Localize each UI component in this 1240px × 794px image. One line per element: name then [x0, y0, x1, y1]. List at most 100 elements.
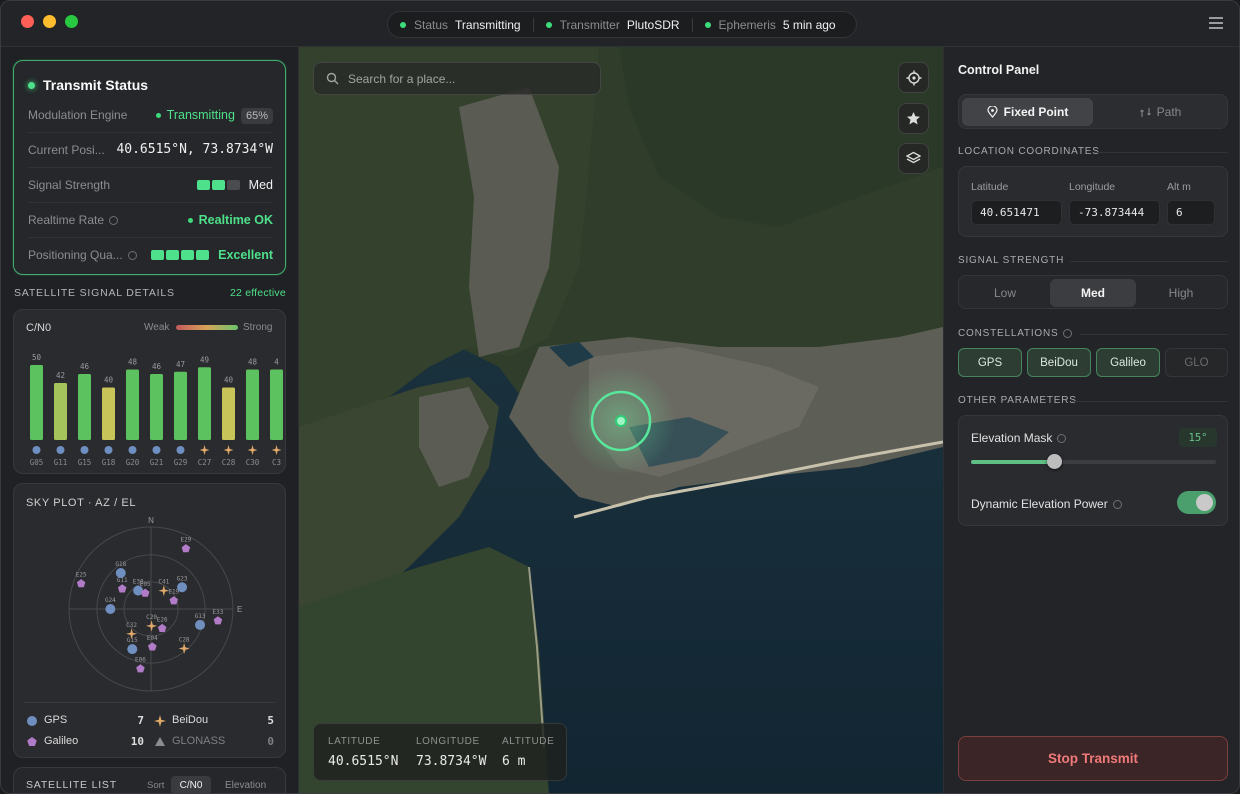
info-icon[interactable] — [109, 215, 119, 225]
map-imagery — [299, 47, 943, 793]
path-tab[interactable]: Path — [1095, 98, 1226, 126]
cn0-value-label: 40 — [104, 376, 114, 385]
quality-row: Positioning Qua... Excellent — [28, 237, 273, 271]
legend-item-galileo: Galileo 10 — [26, 735, 144, 749]
cn0-satellite-label: G05 — [30, 458, 44, 467]
info-icon[interactable] — [127, 250, 137, 260]
altitude-label: Alt m — [1167, 181, 1191, 193]
gps-marker-icon — [27, 716, 37, 726]
sky-satellite-label: G24 — [105, 597, 116, 604]
gps-chip[interactable]: GPS — [958, 348, 1022, 377]
layers-button[interactable] — [898, 143, 929, 174]
sort-elevation-button[interactable]: Elevation — [225, 780, 266, 791]
latitude-input[interactable]: 40.651471 — [971, 200, 1062, 225]
signal-value-group: Med — [196, 178, 273, 192]
glonass-marker-shape — [155, 737, 165, 746]
sky-satellite-label: E05 — [140, 581, 151, 588]
glonass-chip[interactable]: GLO — [1165, 348, 1228, 377]
cn0-satellite-label: C3 — [272, 458, 281, 467]
altitude-input[interactable]: 6 — [1167, 200, 1215, 225]
cn0-card: C/N0 Weak Strong 50 G05 42 G11 46 G15 40 G18 48 G… — [13, 309, 286, 474]
info-icon[interactable] — [1063, 328, 1073, 338]
longitude-input[interactable]: -73.873444 — [1069, 200, 1160, 225]
beidou-chip[interactable]: BeiDou — [1027, 348, 1091, 377]
cn0-system-marker-icon — [176, 446, 185, 454]
transmitter-label: Transmitter — [559, 17, 620, 32]
signal-med-option[interactable]: Med — [1050, 279, 1136, 307]
cn0-bar-G18 — [102, 387, 115, 440]
cn0-bar-G15 — [78, 374, 91, 440]
dynamic-power-label: Dynamic Elevation Power — [971, 497, 1108, 511]
menu-icon[interactable] — [1209, 17, 1223, 29]
sort-cn0-button[interactable]: C/N0 — [171, 776, 211, 793]
signal-strength-selector: Low Med High — [958, 275, 1228, 309]
satellite-map[interactable]: Search for a place... LATITUDE 40.6515°N… — [299, 47, 943, 793]
sky-satellite-label: E29 — [180, 537, 191, 544]
beidou-marker-shape — [154, 715, 166, 727]
legend-item-glonass: GLONASS 0 — [154, 735, 274, 749]
divider — [1072, 401, 1228, 402]
constellations-heading: CONSTELLATIONS — [958, 328, 1059, 339]
location-coordinates-heading: LOCATION COORDINATES — [958, 146, 1100, 157]
info-icon[interactable] — [1057, 434, 1067, 444]
signal-bar — [226, 179, 240, 190]
legend-item-beidou: BeiDou 5 — [154, 714, 274, 728]
signal-low-option[interactable]: Low — [962, 279, 1048, 307]
cn0-satellite-label: G15 — [78, 458, 92, 467]
sky-north-label: N — [148, 516, 154, 525]
locate-button[interactable] — [898, 62, 929, 93]
cn0-value-label: 46 — [80, 362, 90, 371]
cn0-bar-chart: 50 G05 42 G11 46 G15 40 G18 48 G20 46 G21 47 G29 49 C27… — [30, 353, 283, 467]
cn0-bar-G11 — [54, 383, 67, 440]
gps-marker-shape — [27, 716, 37, 726]
status-value: Transmitting — [455, 17, 521, 32]
quality-bar — [151, 249, 165, 260]
sky-satellite-label: C28 — [179, 636, 190, 643]
elevation-mask-label: Elevation Mask — [971, 431, 1053, 445]
search-input[interactable]: Search for a place... — [348, 72, 455, 86]
stop-transmit-button[interactable]: Stop Transmit — [958, 736, 1228, 781]
map-longitude: LONGITUDE 73.8734°W — [416, 736, 486, 769]
close-window-button[interactable] — [21, 15, 34, 28]
modulation-state: Transmitting — [166, 108, 235, 122]
fixed-point-tab[interactable]: Fixed Point — [962, 98, 1093, 126]
search-icon — [326, 72, 339, 85]
dynamic-power-toggle[interactable] — [1177, 491, 1216, 514]
modulation-value: Transmitting 65% — [155, 108, 273, 124]
signal-high-option[interactable]: High — [1138, 279, 1224, 307]
sky-satellite-label: C41 — [158, 579, 169, 586]
rate-value-group: Realtime OK — [187, 213, 273, 227]
slider-thumb[interactable] — [1047, 454, 1063, 469]
galileo-marker-icon — [27, 737, 37, 746]
map-longitude-value: 73.8734°W — [416, 754, 487, 769]
cn0-bar-G20 — [126, 369, 139, 440]
longitude-label: Longitude — [1069, 181, 1116, 193]
signal-row: Signal Strength Med — [28, 167, 273, 201]
elevation-mask-slider[interactable] — [971, 454, 1216, 469]
fixed-point-label: Fixed Point — [1003, 105, 1069, 119]
minimize-window-button[interactable] — [43, 15, 56, 28]
cn0-system-marker-icon — [80, 446, 89, 454]
latitude-label: Latitude — [971, 181, 1009, 193]
cn0-system-marker-icon — [104, 446, 113, 454]
sky-satellite-label: G15 — [127, 637, 138, 644]
cn0-bar-C3 — [270, 369, 283, 440]
sky-satellite-label: G11 — [117, 577, 128, 584]
map-target-marker-icon[interactable] — [615, 415, 627, 427]
search-box[interactable]: Search for a place... — [313, 62, 601, 95]
legend-item-gps: GPS 7 — [26, 714, 144, 728]
legend-name: Galileo — [44, 735, 79, 747]
cn0-system-marker-icon — [247, 445, 258, 455]
transmit-status-title: Transmit Status — [28, 77, 148, 93]
favorite-button[interactable] — [898, 103, 929, 134]
info-icon[interactable] — [1112, 500, 1122, 510]
quality-meter — [151, 249, 211, 260]
status-segment: Status Transmitting — [388, 12, 533, 37]
galileo-chip[interactable]: Galileo — [1096, 348, 1160, 377]
layers-icon — [906, 151, 921, 164]
transmit-status-heading: Transmit Status — [43, 77, 149, 93]
constellations-heading-group: CONSTELLATIONS — [958, 328, 1073, 339]
cn0-value-label: 40 — [224, 376, 234, 385]
cn0-bar-C27 — [198, 367, 211, 440]
zoom-window-button[interactable] — [65, 15, 78, 28]
